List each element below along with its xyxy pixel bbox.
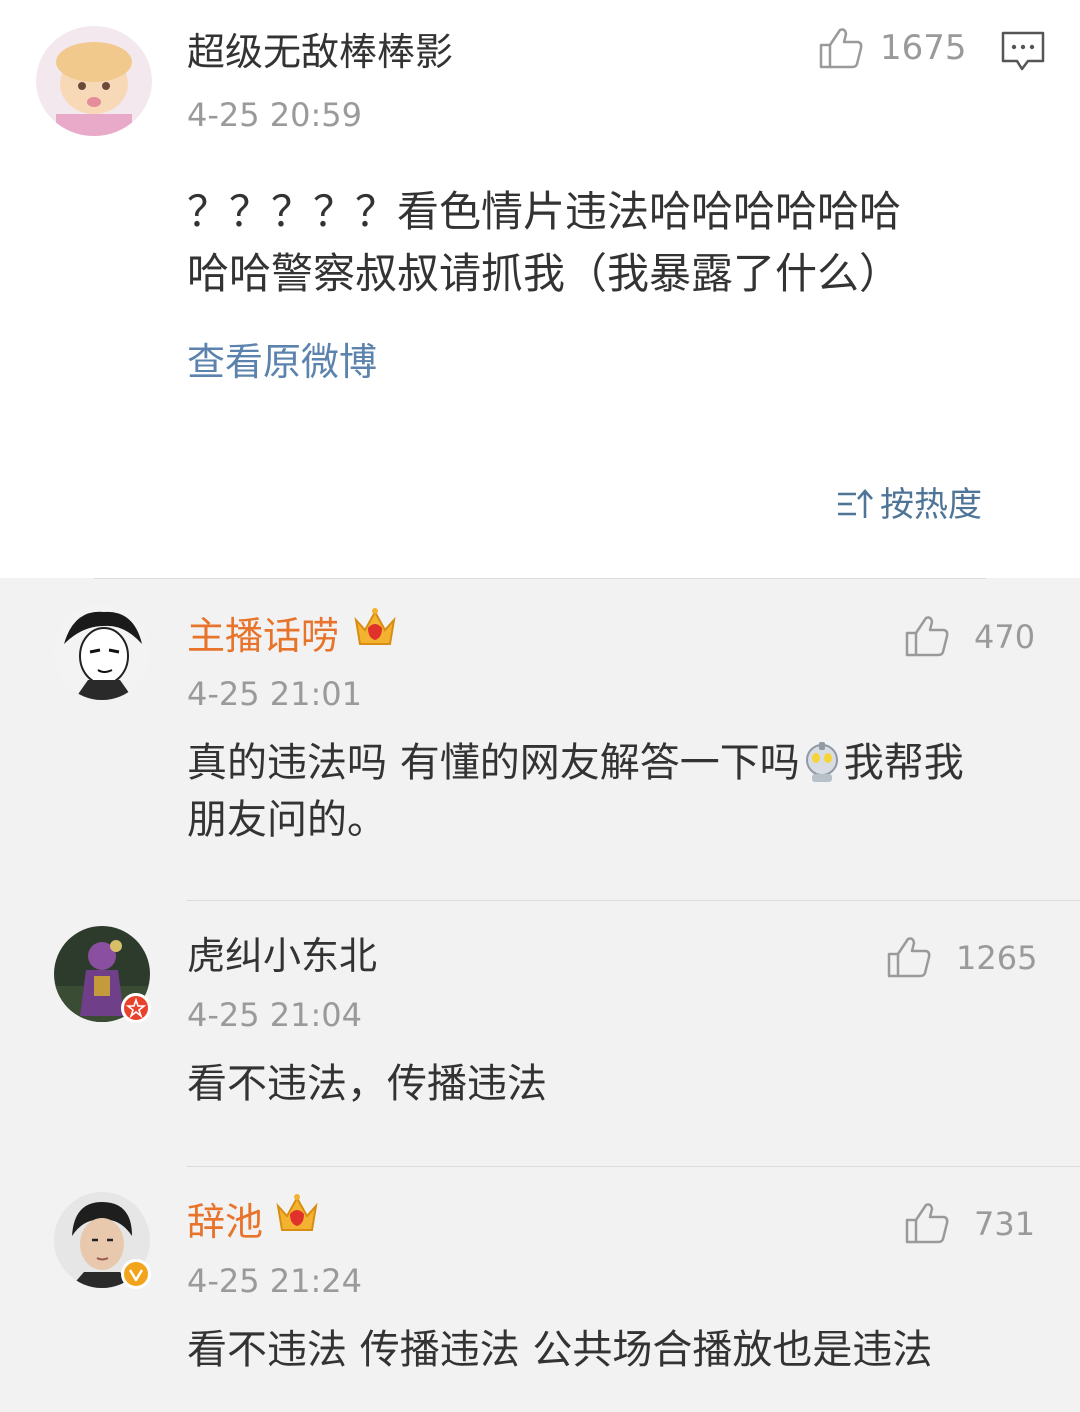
post-text-line: 哈哈警察叔叔请抓我（我暴露了什么）: [187, 249, 902, 298]
comment-icon[interactable]: [1000, 30, 1046, 72]
comment-text-segment: 我帮我: [843, 740, 964, 786]
view-original-link[interactable]: 查看原微博: [187, 338, 377, 386]
comment-text-line: 真的违法吗 有懂的网友解答一下吗 我帮我: [187, 733, 964, 793]
comment-like-count: 1265: [956, 939, 1038, 977]
comment-author-name[interactable]: 辞池: [187, 1198, 263, 1246]
divider: [187, 900, 1080, 901]
verified-badge-icon: [121, 1259, 151, 1289]
comment-text-segment: 真的违法吗 有懂的网友解答一下吗: [187, 740, 800, 786]
emoji-icon: [805, 742, 838, 782]
divider: [94, 578, 986, 579]
comment-timestamp: 4-25 21:01: [187, 675, 363, 713]
comment-timestamp: 4-25 21:24: [187, 1262, 363, 1300]
comment-timestamp: 4-25 21:04: [187, 996, 363, 1034]
comment-author-name[interactable]: 虎纠小东北: [187, 932, 377, 980]
post-text-line: ？？？？？看色情片违法哈哈哈哈哈哈: [187, 187, 902, 236]
comment-like-count: 731: [974, 1205, 1036, 1243]
post-author-name[interactable]: 超级无敌棒棒影: [187, 28, 453, 76]
crown-icon: [354, 608, 396, 645]
thumb-up-icon[interactable]: [904, 614, 950, 658]
comment-author-name[interactable]: 主播话唠: [187, 612, 339, 660]
comment-like-count: 470: [974, 618, 1036, 656]
crown-icon: [276, 1194, 318, 1231]
thumb-up-icon[interactable]: [886, 935, 932, 979]
thumb-up-icon[interactable]: [818, 26, 864, 70]
comment-text-line: 看不违法 传播违法 公共场合播放也是违法: [187, 1327, 933, 1373]
divider: [187, 1166, 1080, 1167]
post-timestamp: 4-25 20:59: [187, 96, 363, 134]
sort-icon[interactable]: [836, 488, 874, 522]
sort-by-hot-button[interactable]: 按热度: [880, 483, 982, 527]
original-post: 超级无敌棒棒影 4-25 20:59 1675 ？？？？？看色情片违法哈哈哈哈哈…: [0, 0, 1080, 578]
comment-text-line: 看不违法，传播违法: [187, 1061, 547, 1107]
avatar[interactable]: [54, 604, 150, 700]
thumb-up-icon[interactable]: [904, 1201, 950, 1245]
post-like-count: 1675: [880, 28, 967, 68]
verified-badge-icon: [121, 993, 151, 1023]
avatar[interactable]: [36, 26, 152, 136]
comment-text-line: 朋友问的。: [187, 797, 387, 843]
